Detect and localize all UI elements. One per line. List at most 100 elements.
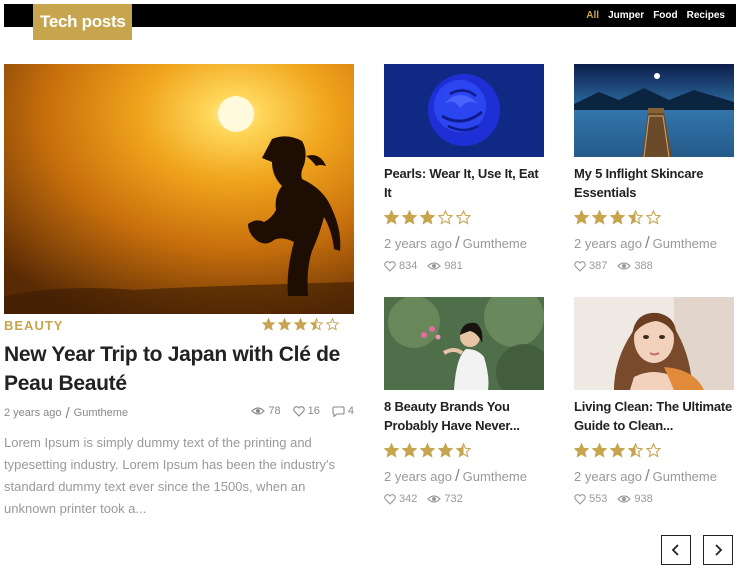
heart-icon: [574, 260, 586, 272]
featured-title[interactable]: New Year Trip to Japan with Clé de Peau …: [4, 340, 354, 398]
featured-rating: [262, 318, 339, 331]
post-rating: [574, 443, 734, 458]
star-full-icon: [574, 443, 589, 458]
post-views: 732: [427, 493, 463, 505]
post-card: Living Clean: The Ultimate Guide to Clea…: [574, 297, 734, 505]
post-likes: 387: [574, 260, 607, 272]
star-half-icon: [628, 210, 643, 225]
post-meta: 2 years ago / Gumtheme: [574, 233, 734, 253]
post-date: 2 years ago: [384, 235, 452, 251]
star-half-icon: [310, 318, 323, 331]
meta-separator: /: [454, 233, 460, 252]
post-meta: 2 years ago / Gumtheme: [384, 233, 544, 253]
featured-excerpt: Lorem Ipsum is simply dummy text of the …: [4, 435, 336, 516]
filter-recipes[interactable]: Recipes: [687, 10, 725, 21]
heart-icon: [292, 405, 305, 417]
featured-views: 78: [251, 405, 281, 417]
star-full-icon: [278, 318, 291, 331]
post-date: 2 years ago: [384, 468, 452, 484]
star-full-icon: [402, 210, 417, 225]
post-stats: 553 938: [574, 493, 734, 505]
post-views: 938: [617, 493, 653, 505]
post-author[interactable]: Gumtheme: [463, 236, 527, 251]
post-rating: [574, 210, 734, 225]
meta-separator: /: [454, 466, 460, 485]
post-title[interactable]: 8 Beauty Brands You Probably Have Never.…: [384, 397, 544, 435]
post-date: 2 years ago: [574, 235, 642, 251]
post-likes: 834: [384, 260, 417, 272]
comment-icon: [332, 405, 345, 417]
star-full-icon: [420, 210, 435, 225]
star-half-icon: [628, 443, 643, 458]
chevron-left-icon: [671, 544, 679, 556]
eye-icon: [427, 495, 442, 503]
post-thumbnail[interactable]: [574, 64, 734, 157]
eye-icon: [617, 262, 632, 270]
meta-separator: /: [65, 404, 70, 422]
prev-button[interactable]: [661, 535, 691, 565]
filter-jumper[interactable]: Jumper: [608, 10, 644, 21]
star-full-icon: [384, 443, 399, 458]
eye-icon: [427, 262, 442, 270]
filter-food[interactable]: Food: [653, 10, 677, 21]
post-rating: [384, 443, 544, 458]
post-meta: 2 years ago / Gumtheme: [384, 466, 544, 486]
star-full-icon: [592, 210, 607, 225]
post-stats: 834 981: [384, 260, 544, 272]
category-filters: All Jumper Food Recipes: [586, 4, 725, 27]
chevron-right-icon: [715, 544, 723, 556]
meta-separator: /: [644, 233, 650, 252]
featured-date: 2 years ago: [4, 407, 62, 419]
heart-icon: [384, 260, 396, 272]
heart-icon: [574, 493, 586, 505]
star-full-icon: [574, 210, 589, 225]
post-likes: 553: [574, 493, 607, 505]
featured-author[interactable]: Gumtheme: [74, 407, 128, 419]
section-title: Tech posts: [33, 4, 133, 40]
post-thumbnail[interactable]: [384, 297, 544, 390]
filter-all[interactable]: All: [586, 10, 599, 21]
eye-icon: [251, 407, 266, 415]
post-title[interactable]: Living Clean: The Ultimate Guide to Clea…: [574, 397, 734, 435]
featured-image[interactable]: [4, 64, 354, 314]
post-stats: 342 732: [384, 493, 544, 505]
star-empty-icon: [646, 443, 661, 458]
next-button[interactable]: [703, 535, 733, 565]
star-empty-icon: [438, 210, 453, 225]
featured-meta: 2 years ago / Gumtheme 78 16 4: [4, 404, 354, 422]
post-author[interactable]: Gumtheme: [653, 469, 717, 484]
star-full-icon: [402, 443, 417, 458]
featured-stats: 78 16 4: [251, 405, 354, 417]
star-full-icon: [438, 443, 453, 458]
star-full-icon: [610, 210, 625, 225]
post-author[interactable]: Gumtheme: [463, 469, 527, 484]
star-empty-icon: [456, 210, 471, 225]
star-full-icon: [262, 318, 275, 331]
post-thumbnail[interactable]: [574, 297, 734, 390]
post-views: 388: [617, 260, 653, 272]
star-half-icon: [456, 443, 471, 458]
post-title[interactable]: Pearls: Wear It, Use It, Eat It: [384, 164, 544, 202]
post-views: 981: [427, 260, 463, 272]
featured-likes: 16: [292, 405, 320, 417]
post-thumbnail[interactable]: [384, 64, 544, 157]
star-empty-icon: [646, 210, 661, 225]
star-full-icon: [420, 443, 435, 458]
eye-icon: [617, 495, 632, 503]
post-stats: 387 388: [574, 260, 734, 272]
post-likes: 342: [384, 493, 417, 505]
star-full-icon: [592, 443, 607, 458]
star-full-icon: [294, 318, 307, 331]
post-date: 2 years ago: [574, 468, 642, 484]
star-full-icon: [384, 210, 399, 225]
featured-category[interactable]: BEAUTY: [4, 318, 63, 333]
post-card: Pearls: Wear It, Use It, Eat It 2 years …: [384, 64, 544, 272]
featured-comments: 4: [332, 405, 354, 417]
post-card: 8 Beauty Brands You Probably Have Never.…: [384, 297, 544, 505]
post-title[interactable]: My 5 Inflight Skincare Essentials: [574, 164, 734, 202]
meta-separator: /: [644, 466, 650, 485]
star-empty-icon: [326, 318, 339, 331]
heart-icon: [384, 493, 396, 505]
post-author[interactable]: Gumtheme: [653, 236, 717, 251]
post-meta: 2 years ago / Gumtheme: [574, 466, 734, 486]
